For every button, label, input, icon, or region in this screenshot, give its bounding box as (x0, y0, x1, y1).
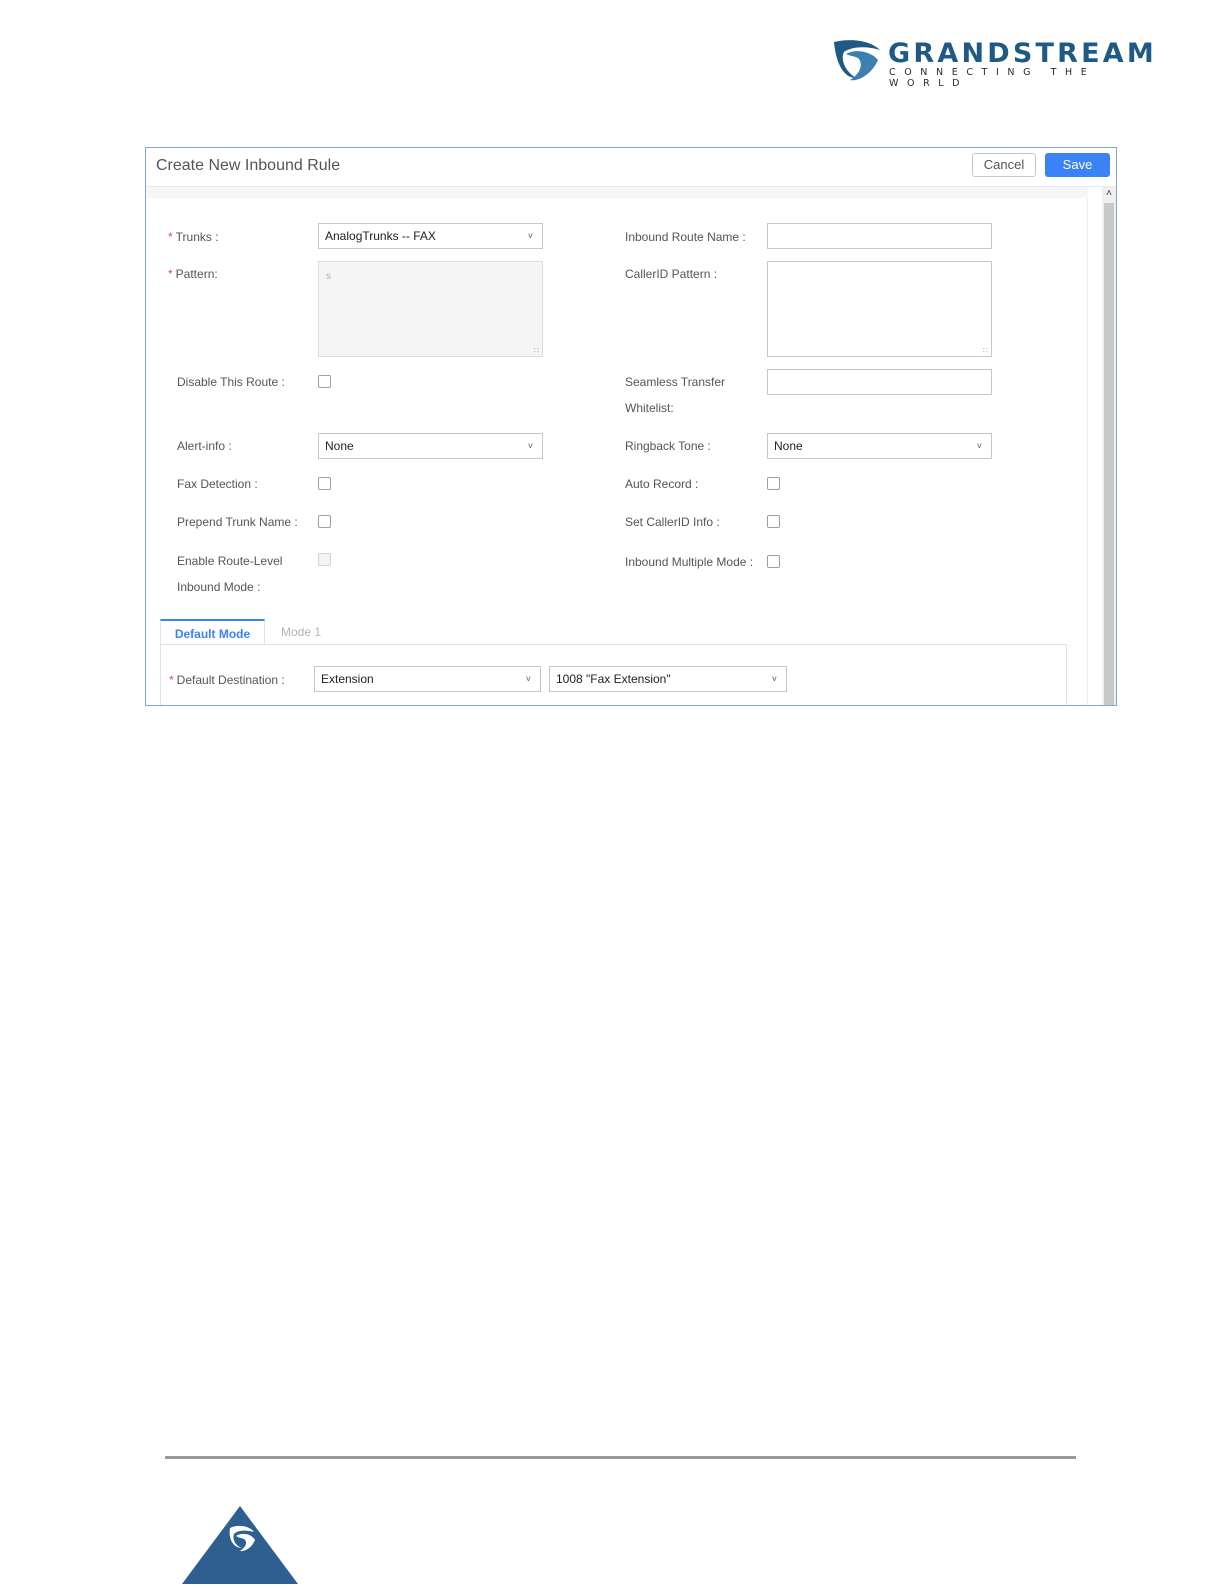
disable-route-label: Disable This Route : (177, 375, 285, 389)
brand-tagline: CONNECTING THE WORLD (889, 67, 1096, 89)
destination-type-value: Extension (321, 672, 374, 686)
inbound-route-name-input[interactable] (767, 223, 992, 249)
tab-mode-1[interactable]: Mode 1 (268, 619, 334, 645)
trunks-select-value: AnalogTrunks -- FAX (325, 229, 436, 243)
cancel-button[interactable]: Cancel (972, 153, 1036, 177)
callerid-pattern-label: CallerID Pattern : (625, 267, 718, 281)
resize-grip-icon[interactable]: ∷ (534, 346, 539, 355)
seamless-transfer-label: Seamless Transfer (625, 375, 726, 389)
disable-route-checkbox[interactable] (318, 375, 331, 388)
enable-route-level-checkbox[interactable] (318, 553, 331, 566)
content-edge (1087, 198, 1088, 705)
destination-target-value: 1008 "Fax Extension" (556, 672, 671, 686)
alert-info-label: Alert-info : (177, 439, 232, 453)
pattern-label: * Pattern: (168, 261, 218, 287)
enable-route-level-label-line2: Inbound Mode : (177, 580, 261, 594)
save-button[interactable]: Save (1045, 153, 1110, 177)
prepend-trunk-name-checkbox[interactable] (318, 515, 331, 528)
ringback-tone-select[interactable]: None ˅ (767, 433, 992, 459)
footer-logo (180, 1504, 300, 1584)
set-callerid-info-checkbox[interactable] (767, 515, 780, 528)
chevron-down-icon: ˅ (527, 441, 533, 451)
auto-record-label: Auto Record : (625, 477, 699, 491)
required-marker: * (169, 673, 174, 687)
ringback-tone-select-value: None (774, 439, 803, 453)
seamless-transfer-label-line2: Whitelist: (625, 401, 674, 415)
tab-default-mode[interactable]: Default Mode (160, 619, 265, 645)
set-callerid-info-label: Set CallerID Info : (625, 515, 720, 529)
inbound-route-name-label: Inbound Route Name : (625, 230, 746, 244)
required-marker: * (168, 230, 173, 244)
trunks-label: * Trunks : (168, 224, 219, 250)
inbound-multiple-mode-label: Inbound Multiple Mode : (625, 555, 754, 569)
vertical-scrollbar[interactable]: ˄ (1102, 187, 1116, 705)
chevron-down-icon: ˅ (771, 674, 777, 684)
grandstream-swoosh-icon (834, 40, 880, 81)
auto-record-checkbox[interactable] (767, 477, 780, 490)
pattern-textarea[interactable]: s ∷ (318, 261, 543, 357)
chevron-down-icon: ˅ (527, 231, 533, 241)
trunks-select[interactable]: AnalogTrunks -- FAX ˅ (318, 223, 543, 249)
chevron-down-icon: ˅ (976, 441, 982, 451)
dialog-title: Create New Inbound Rule (156, 157, 341, 174)
scroll-thumb[interactable] (1104, 203, 1114, 705)
seamless-transfer-input[interactable] (767, 369, 992, 395)
callerid-pattern-textarea[interactable]: ∷ (767, 261, 992, 357)
create-inbound-rule-dialog: Create New Inbound Rule Cancel Save ˄ * T… (145, 147, 1117, 706)
scroll-up-icon[interactable]: ˄ (1102, 187, 1116, 201)
brand-name: GRANDSTREAM (888, 38, 1157, 69)
grandstream-logo: GRANDSTREAM CONNECTING THE WORLD (832, 36, 1162, 89)
destination-target-select[interactable]: 1008 "Fax Extension" ˅ (549, 666, 787, 692)
inbound-multiple-mode-checkbox[interactable] (767, 555, 780, 568)
default-destination-label-text: Default Destination : (176, 673, 285, 687)
pattern-label-text: Pattern: (175, 267, 218, 281)
required-marker: * (168, 267, 173, 281)
fax-detection-checkbox[interactable] (318, 477, 331, 490)
default-destination-label: * Default Destination : (169, 667, 285, 693)
pattern-placeholder: s (326, 271, 331, 282)
alert-info-select[interactable]: None ˅ (318, 433, 543, 459)
dialog-divider (146, 187, 1088, 198)
enable-route-level-label: Enable Route-Level (177, 554, 283, 568)
trunks-label-text: Trunks : (175, 230, 219, 244)
resize-grip-icon[interactable]: ∷ (983, 346, 988, 355)
fax-detection-label: Fax Detection : (177, 477, 258, 491)
grandstream-triangle-icon (182, 1506, 298, 1584)
destination-type-select[interactable]: Extension ˅ (314, 666, 541, 692)
footer-divider (165, 1456, 1076, 1459)
prepend-trunk-name-label: Prepend Trunk Name : (177, 515, 298, 529)
alert-info-select-value: None (325, 439, 354, 453)
chevron-down-icon: ˅ (525, 674, 531, 684)
dialog-header: Create New Inbound Rule Cancel Save (146, 148, 1116, 187)
ringback-tone-label: Ringback Tone : (625, 439, 711, 453)
